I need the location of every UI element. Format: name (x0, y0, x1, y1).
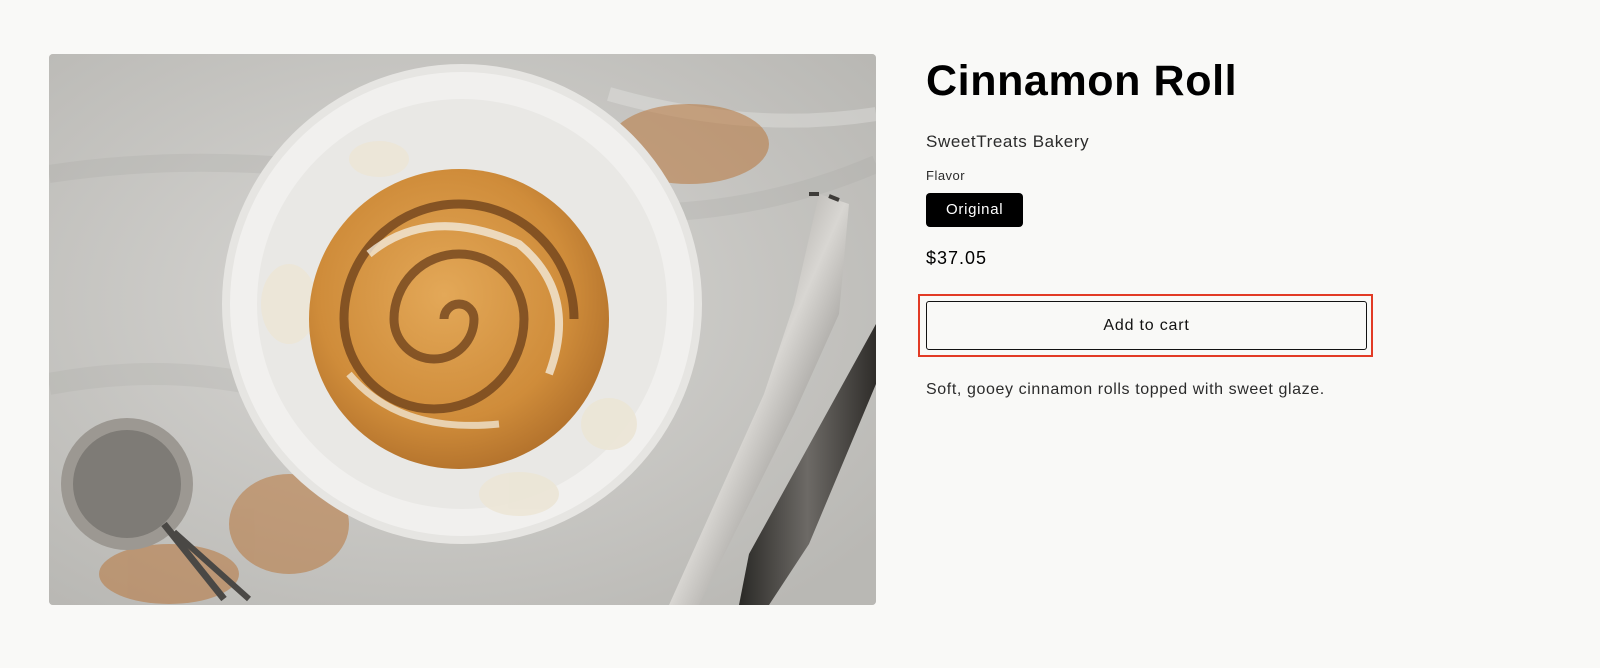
product-title: Cinnamon Roll (926, 57, 1238, 105)
product-description: Soft, gooey cinnamon rolls topped with s… (926, 381, 1325, 398)
product-vendor: SweetTreats Bakery (926, 132, 1090, 151)
variant-label: Flavor (926, 168, 966, 183)
product-info: Cinnamon Roll SweetTreats Bakery Flavor … (918, 54, 1374, 398)
product-image[interactable] (49, 54, 876, 605)
add-to-cart-button[interactable]: Add to cart (926, 301, 1367, 350)
variant-option-original[interactable]: Original (926, 193, 1024, 227)
product-price: $37.05 (926, 248, 988, 268)
cinnamon-roll-photo (49, 54, 876, 605)
